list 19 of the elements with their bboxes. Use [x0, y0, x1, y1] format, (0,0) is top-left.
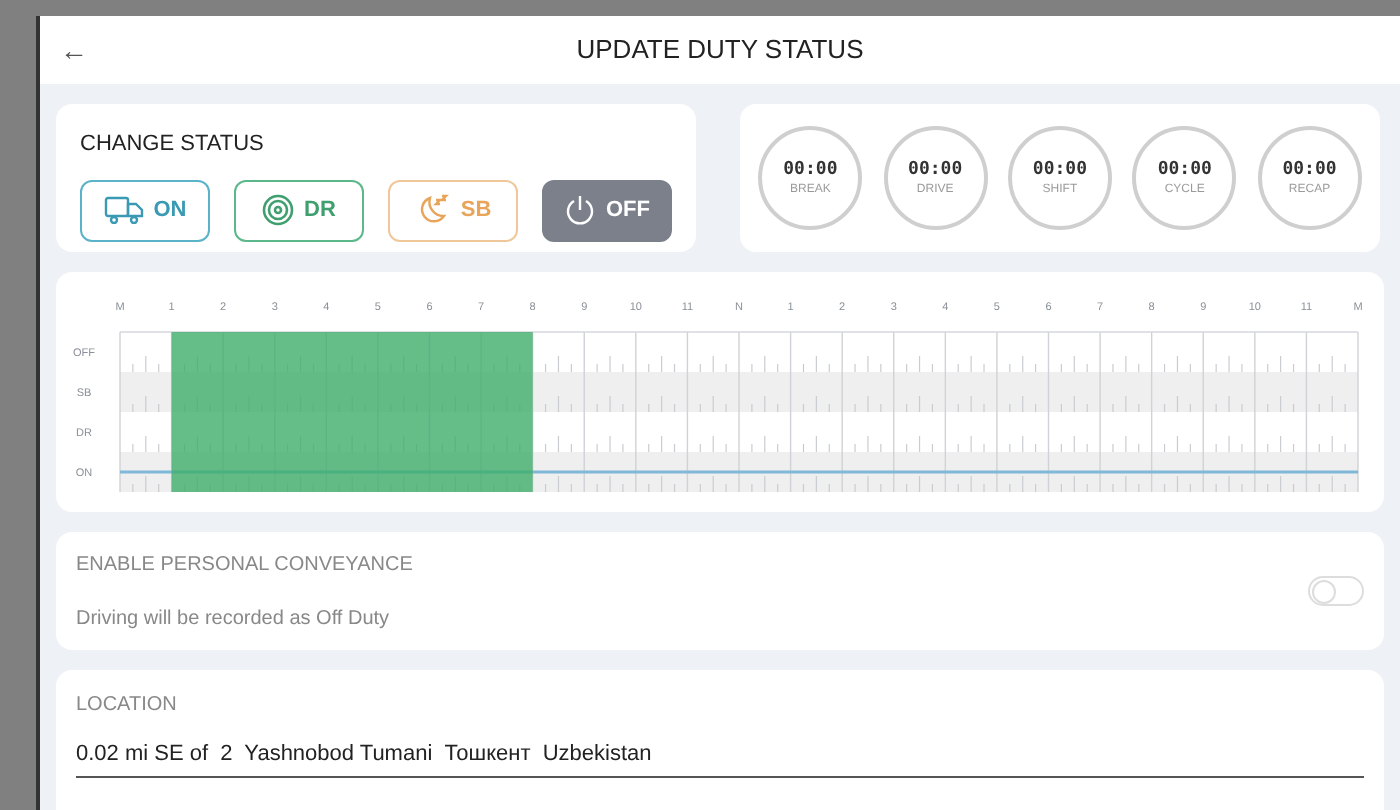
- change-status-title: CHANGE STATUS: [80, 130, 266, 160]
- timer-value: 00:00: [1032, 161, 1088, 179]
- timer-value: 00:00: [1282, 161, 1337, 179]
- truck-icon: [103, 196, 144, 224]
- status-button[interactable]: OFF: [542, 179, 672, 241]
- personal-conveyance-title: ENABLE PERSONAL CONVEYANCE: [76, 551, 413, 579]
- location-field[interactable]: 0.02 mi SE of 2 Yashnobod Tumani Тошкент Uzbekistan: [76, 738, 1364, 777]
- power-icon: [564, 194, 596, 226]
- status-button[interactable]: DR: [234, 179, 364, 241]
- toggle-switch[interactable]: [1308, 576, 1364, 606]
- status-button[interactable]: SB: [388, 179, 518, 241]
- timer-value: 00:00: [783, 161, 838, 179]
- back-button[interactable]: ←: [60, 29, 88, 71]
- page-title: UPDATE DUTY STATUS: [576, 32, 864, 69]
- status-button[interactable]: ON: [80, 179, 210, 241]
- location-label: LOCATION: [76, 692, 179, 720]
- personal-conveyance-description: Driving will be recorded as Off Duty: [76, 605, 392, 633]
- timer-value: 00:00: [908, 161, 963, 179]
- timer-value: 00:00: [1157, 161, 1212, 179]
